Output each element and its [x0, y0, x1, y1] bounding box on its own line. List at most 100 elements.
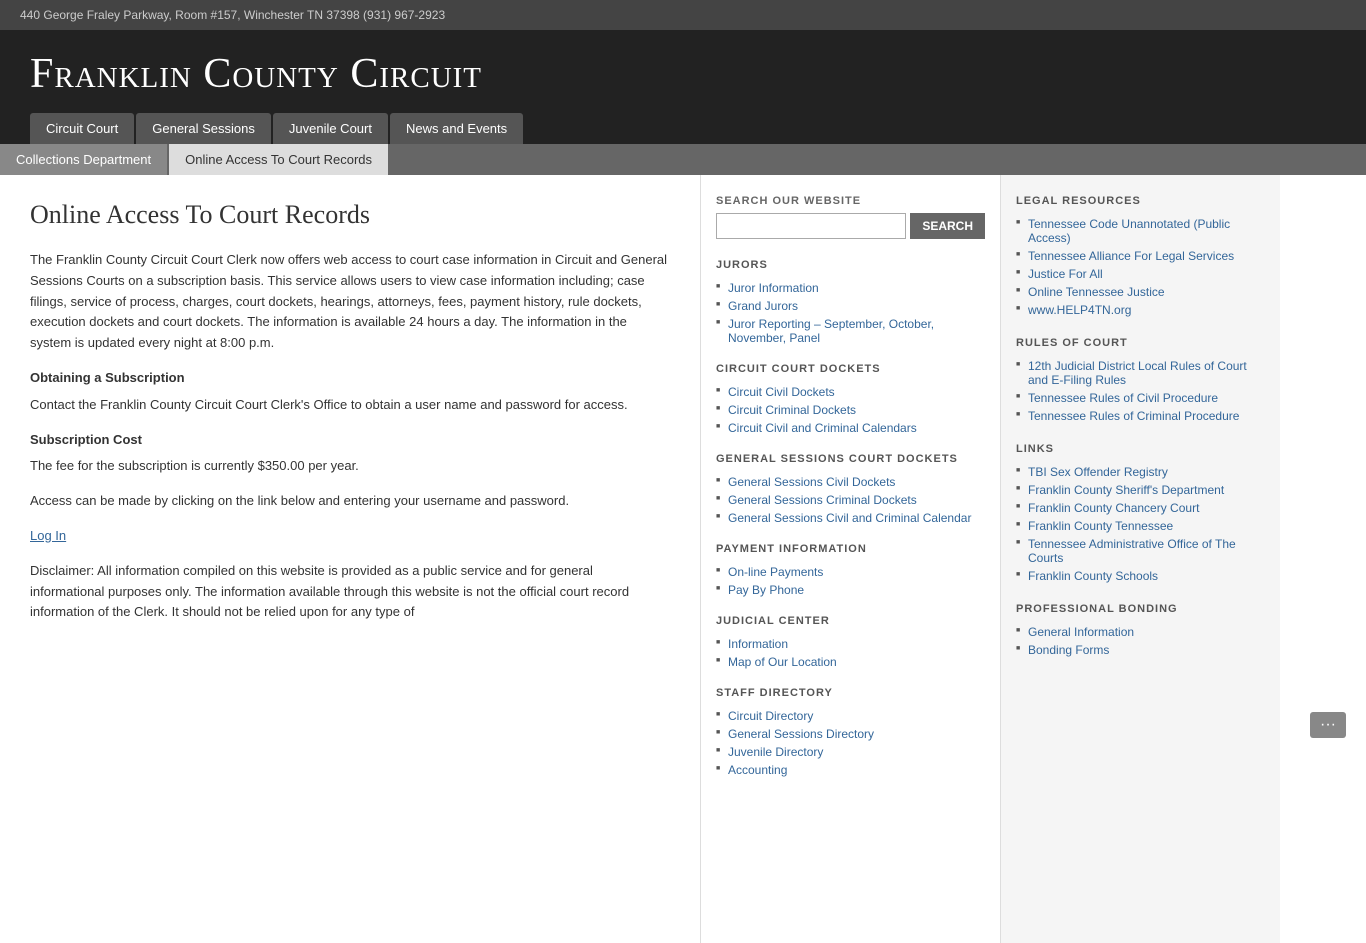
accounting-link[interactable]: Accounting [728, 763, 787, 777]
payment-title: PAYMENT INFORMATION [716, 543, 985, 555]
circuit-criminal-link[interactable]: Circuit Criminal Dockets [728, 403, 856, 417]
circuit-directory-link[interactable]: Circuit Directory [728, 709, 813, 723]
franklin-county-tn-link[interactable]: Franklin County Tennessee [1028, 519, 1173, 533]
list-item: Circuit Civil and Criminal Calendars [716, 419, 985, 437]
gs-calendar-link[interactable]: General Sessions Civil and Criminal Cale… [728, 511, 971, 525]
online-tn-justice-link[interactable]: Online Tennessee Justice [1028, 285, 1165, 299]
right-sidebar: LEGAL RESOURCES Tennessee Code Unannotat… [1000, 175, 1280, 943]
pay-phone-link[interactable]: Pay By Phone [728, 583, 804, 597]
chancery-link[interactable]: Franklin County Chancery Court [1028, 501, 1199, 515]
12th-district-rules-link[interactable]: 12th Judicial District Local Rules of Co… [1028, 359, 1247, 387]
nav-tab-juvenile-court[interactable]: Juvenile Court [273, 113, 388, 144]
ellipsis-button[interactable]: ··· [1310, 712, 1346, 738]
admin-office-link[interactable]: Tennessee Administrative Office of The C… [1028, 537, 1236, 565]
search-button[interactable]: SEARCH [910, 213, 985, 239]
gs-dockets-list: General Sessions Civil Dockets General S… [716, 473, 985, 527]
list-item: Bonding Forms [1016, 641, 1265, 659]
rules-of-court-title: RULES OF COURT [1016, 337, 1265, 349]
tbi-link[interactable]: TBI Sex Offender Registry [1028, 465, 1168, 479]
staff-directory-list: Circuit Directory General Sessions Direc… [716, 707, 985, 779]
list-item: Franklin County Sheriff's Department [1016, 481, 1265, 499]
schools-link[interactable]: Franklin County Schools [1028, 569, 1158, 583]
sub-tab-collections[interactable]: Collections Department [0, 144, 167, 175]
bonding-general-info-link[interactable]: General Information [1028, 625, 1134, 639]
legal-resources-list: Tennessee Code Unannotated (Public Acces… [1016, 215, 1265, 319]
list-item: Circuit Criminal Dockets [716, 401, 985, 419]
top-bar: 440 George Fraley Parkway, Room #157, Wi… [0, 0, 1366, 30]
search-section: Search Our Website SEARCH [716, 195, 985, 239]
list-item: Franklin County Tennessee [1016, 517, 1265, 535]
payment-section: PAYMENT INFORMATION On-line Payments Pay… [716, 543, 985, 599]
search-label: Search Our Website [716, 195, 985, 207]
list-item: Justice For All [1016, 265, 1265, 283]
justice-for-all-link[interactable]: Justice For All [1028, 267, 1103, 281]
cost-heading: Subscription Cost [30, 430, 670, 451]
judicial-list: Information Map of Our Location [716, 635, 985, 671]
grand-jurors-link[interactable]: Grand Jurors [728, 299, 798, 313]
access-text: Access can be made by clicking on the li… [30, 491, 670, 512]
sub-tab-online-access[interactable]: Online Access To Court Records [169, 144, 388, 175]
address-text: 440 George Fraley Parkway, Room #157, Wi… [20, 8, 445, 22]
information-link[interactable]: Information [728, 637, 788, 651]
list-item: Information [716, 635, 985, 653]
circuit-civil-link[interactable]: Circuit Civil Dockets [728, 385, 835, 399]
list-item: Pay By Phone [716, 581, 985, 599]
list-item: General Sessions Criminal Dockets [716, 491, 985, 509]
juvenile-directory-link[interactable]: Juvenile Directory [728, 745, 823, 759]
circuit-dockets-list: Circuit Civil Dockets Circuit Criminal D… [716, 383, 985, 437]
staff-directory-section: STAFF DIRECTORY Circuit Directory Genera… [716, 687, 985, 779]
list-item: www.HELP4TN.org [1016, 301, 1265, 319]
jurors-section: JURORS Juror Information Grand Jurors Ju… [716, 259, 985, 347]
circuit-dockets-section: CIRCUIT COURT DOCKETS Circuit Civil Dock… [716, 363, 985, 437]
list-item: Tennessee Alliance For Legal Services [1016, 247, 1265, 265]
online-payments-link[interactable]: On-line Payments [728, 565, 823, 579]
gs-criminal-link[interactable]: General Sessions Criminal Dockets [728, 493, 917, 507]
bonding-forms-link[interactable]: Bonding Forms [1028, 643, 1109, 657]
criminal-procedure-link[interactable]: Tennessee Rules of Criminal Procedure [1028, 409, 1239, 423]
list-item: 12th Judicial District Local Rules of Co… [1016, 357, 1265, 389]
map-link[interactable]: Map of Our Location [728, 655, 837, 669]
list-item: Franklin County Schools [1016, 567, 1265, 585]
list-item: Map of Our Location [716, 653, 985, 671]
gs-directory-link[interactable]: General Sessions Directory [728, 727, 874, 741]
general-sessions-dockets-section: GENERAL SESSIONS COURT DOCKETS General S… [716, 453, 985, 527]
rules-of-court-section: RULES OF COURT 12th Judicial District Lo… [1016, 337, 1265, 425]
list-item: General Sessions Directory [716, 725, 985, 743]
search-row: SEARCH [716, 213, 985, 239]
main-content: Online Access To Court Records The Frank… [0, 175, 700, 943]
disclaimer-text: Disclaimer: All information compiled on … [30, 561, 670, 623]
links-title: LINKS [1016, 443, 1265, 455]
help4tn-link[interactable]: www.HELP4TN.org [1028, 303, 1131, 317]
circuit-dockets-title: CIRCUIT COURT DOCKETS [716, 363, 985, 375]
jurors-title: JURORS [716, 259, 985, 271]
juror-reporting-link[interactable]: Juror Reporting – September, October, No… [728, 317, 934, 345]
search-input[interactable] [716, 213, 906, 239]
obtaining-heading: Obtaining a Subscription [30, 368, 670, 389]
site-title: Franklin County Circuit [30, 50, 1336, 98]
sheriff-link[interactable]: Franklin County Sheriff's Department [1028, 483, 1224, 497]
list-item: Tennessee Administrative Office of The C… [1016, 535, 1265, 567]
login-link[interactable]: Log In [30, 528, 66, 543]
nav-tab-circuit-court[interactable]: Circuit Court [30, 113, 134, 144]
list-item: TBI Sex Offender Registry [1016, 463, 1265, 481]
gs-civil-link[interactable]: General Sessions Civil Dockets [728, 475, 895, 489]
cost-text: The fee for the subscription is currentl… [30, 456, 670, 477]
juror-info-link[interactable]: Juror Information [728, 281, 819, 295]
nav-tab-general-sessions[interactable]: General Sessions [136, 113, 271, 144]
list-item: Accounting [716, 761, 985, 779]
judicial-section: JUDICIAL CENTER Information Map of Our L… [716, 615, 985, 671]
page-title: Online Access To Court Records [30, 200, 670, 230]
circuit-calendar-link[interactable]: Circuit Civil and Criminal Calendars [728, 421, 917, 435]
list-item: Tennessee Rules of Civil Procedure [1016, 389, 1265, 407]
professional-bonding-section: PROFESSIONAL BONDING General Information… [1016, 603, 1265, 659]
judicial-title: JUDICIAL CENTER [716, 615, 985, 627]
civil-procedure-link[interactable]: Tennessee Rules of Civil Procedure [1028, 391, 1218, 405]
legal-resources-title: LEGAL RESOURCES [1016, 195, 1265, 207]
content-wrapper: Online Access To Court Records The Frank… [0, 175, 1366, 943]
tn-code-link[interactable]: Tennessee Code Unannotated (Public Acces… [1028, 217, 1230, 245]
nav-tab-news-events[interactable]: News and Events [390, 113, 523, 144]
tn-alliance-link[interactable]: Tennessee Alliance For Legal Services [1028, 249, 1234, 263]
obtaining-text: Contact the Franklin County Circuit Cour… [30, 395, 670, 416]
site-header: Franklin County Circuit Circuit Court Ge… [0, 30, 1366, 144]
staff-directory-title: STAFF DIRECTORY [716, 687, 985, 699]
